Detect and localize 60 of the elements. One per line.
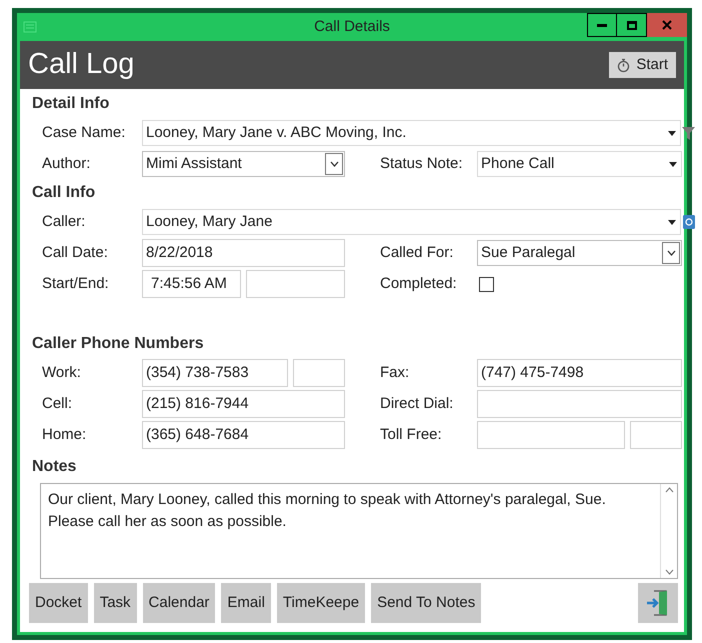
toolbar-button[interactable]: Email xyxy=(221,583,271,623)
input-field[interactable]: (354) 738-7583 xyxy=(142,359,288,387)
caret-icon xyxy=(668,220,676,224)
minimize-button[interactable] xyxy=(587,13,617,37)
field-label: Completed: xyxy=(380,274,458,294)
combo-box[interactable]: Looney, Mary Jane xyxy=(142,209,681,235)
filter-icon[interactable] xyxy=(682,126,695,140)
section-heading: Detail Info xyxy=(32,94,110,114)
extension-field[interactable] xyxy=(630,421,682,449)
field-label: Work: xyxy=(41,362,82,383)
dropdown[interactable]: Sue Paralegal xyxy=(477,240,682,266)
window-title: Call Details xyxy=(314,16,390,37)
toolbar-button[interactable]: TimeKeepe xyxy=(276,583,366,623)
combo-box[interactable]: Phone Call xyxy=(477,151,682,177)
input-field[interactable] xyxy=(246,270,345,298)
section-heading: Call Info xyxy=(32,183,96,203)
header-title: Call Log xyxy=(28,47,134,82)
toolbar-button[interactable]: Calendar xyxy=(142,583,216,623)
toolbar-button[interactable]: Docket xyxy=(29,583,88,623)
toolbar-button[interactable]: Task xyxy=(94,583,137,623)
scroll-down-icon[interactable] xyxy=(664,569,674,575)
input-field[interactable]: (365) 648-7684 xyxy=(142,421,345,449)
field-label: Home: xyxy=(41,424,88,445)
section-heading: Caller Phone Numbers xyxy=(32,334,205,354)
field-label: Called For: xyxy=(380,242,454,263)
scroll-up-icon[interactable] xyxy=(664,487,674,493)
caret-icon xyxy=(668,130,676,136)
field-label: Case Name: xyxy=(41,122,126,143)
stopwatch-icon xyxy=(617,58,630,72)
notes-text: Our client, Mary Looney, called this morning to speak with Attorney's paralegal, Sue. Please call her as soon as possible. xyxy=(47,490,607,532)
field-label: Caller: xyxy=(41,212,86,232)
combo-box[interactable]: Looney, Mary Jane v. ABC Moving, Inc. xyxy=(142,120,681,146)
close-button[interactable] xyxy=(647,13,687,37)
field-label: Fax: xyxy=(380,362,410,383)
input-field[interactable]: (747) 475-7498 xyxy=(477,359,682,387)
app-icon xyxy=(23,21,37,33)
exit-door-icon xyxy=(646,589,670,617)
completed-checkbox[interactable] xyxy=(479,276,494,292)
notes-textarea[interactable]: Our client, Mary Looney, called this morning to speak with Attorney's paralegal, Sue. Please call her as soon as possible. xyxy=(40,483,678,579)
field-label: Toll Free: xyxy=(380,424,443,445)
dropdown[interactable]: Mimi Assistant xyxy=(142,151,345,177)
exit-button[interactable] xyxy=(638,583,678,623)
input-field[interactable] xyxy=(477,421,625,449)
section-heading: Notes xyxy=(32,457,78,477)
start-button[interactable]: Start xyxy=(609,52,676,78)
input-field[interactable]: (215) 816-7944 xyxy=(142,390,345,418)
field-label: Status Note: xyxy=(380,154,464,174)
field-label: Author: xyxy=(41,154,92,174)
input-field[interactable] xyxy=(477,390,682,418)
caret-icon xyxy=(669,162,677,166)
field-label: Direct Dial: xyxy=(380,394,454,414)
input-field[interactable]: 7:45:56 AM xyxy=(142,270,241,298)
toolbar-button[interactable]: Send To Notes xyxy=(371,583,482,623)
extension-field[interactable] xyxy=(293,359,345,387)
field-label: Call Date: xyxy=(41,242,109,263)
field-label: Cell: xyxy=(41,394,74,414)
input-field[interactable]: 8/22/2018 xyxy=(142,239,345,267)
contact-card-icon[interactable] xyxy=(683,215,695,229)
field-label: Start/End: xyxy=(41,274,110,294)
close-icon xyxy=(662,20,672,30)
